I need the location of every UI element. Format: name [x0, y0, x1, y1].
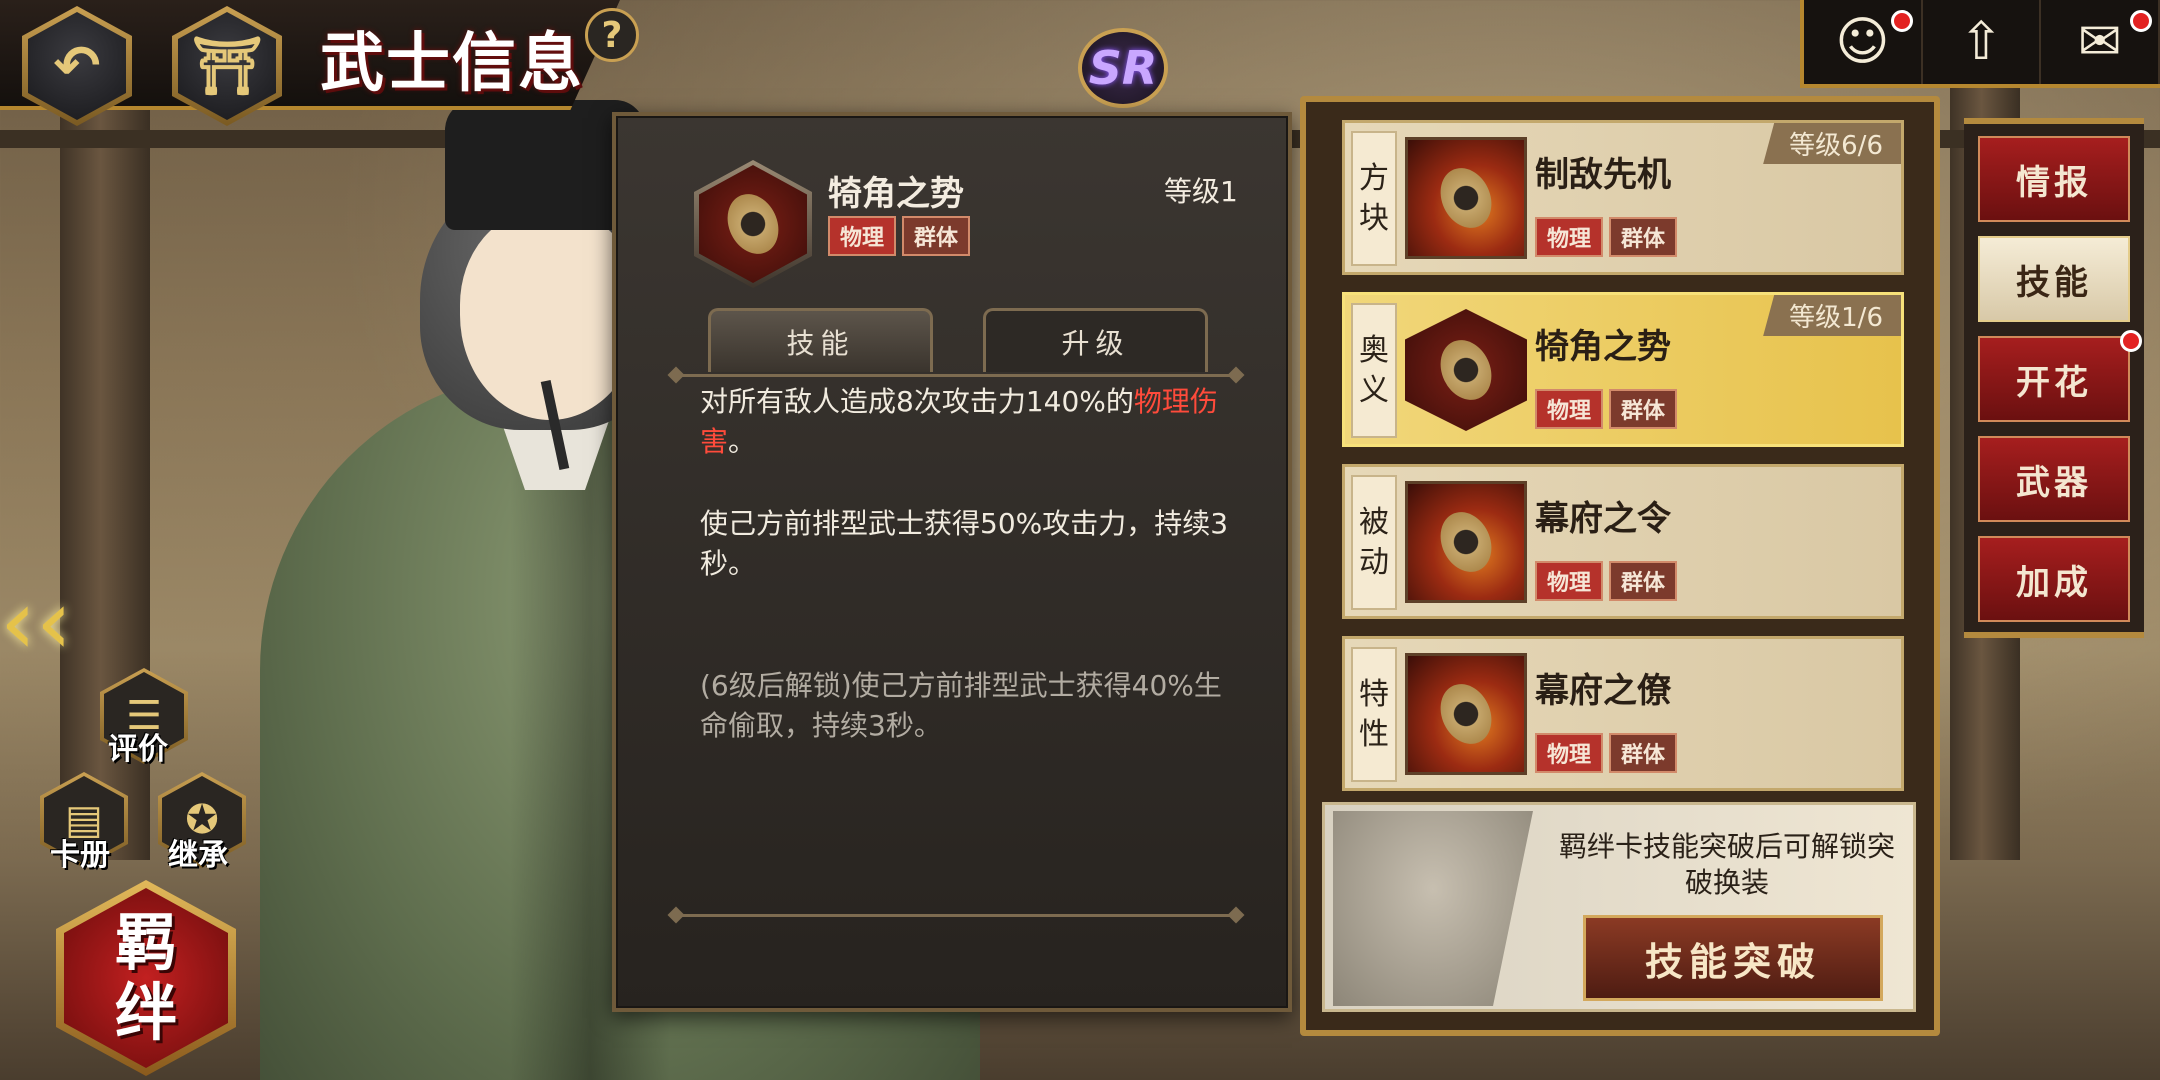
detail-tabs: 技能 升级	[708, 308, 1208, 372]
tag-group: 群体	[1609, 217, 1678, 257]
mail-icon[interactable]: ✉	[2041, 0, 2160, 84]
skill-row-passive[interactable]: 被动 幕府之令 物理 群体	[1342, 464, 1904, 619]
tab-skills[interactable]: 技能	[1978, 236, 2130, 322]
skill-type-label: 奥义	[1351, 303, 1397, 438]
skill-detail-panel: 犄角之势 等级1 物理 群体 技能 升级 对所有敌人造成8次攻击力140%的物理…	[612, 112, 1292, 1012]
breakthrough-text: 羁绊卡技能突破后可解锁突破换装	[1558, 830, 1895, 899]
skill-level: 等级1	[1164, 175, 1238, 208]
skill-description-buff: 使己方前排型武士获得50%攻击力，持续3秒。	[700, 507, 1229, 580]
tag-physical: 物理	[1535, 389, 1604, 429]
skill-icon	[694, 160, 812, 288]
skill-type-label: 被动	[1351, 475, 1397, 610]
tab-weapon[interactable]: 武器	[1978, 436, 2130, 522]
divider	[676, 374, 1236, 377]
skill-name: 幕府之僚	[1535, 671, 1671, 711]
notification-dot	[2130, 10, 2153, 32]
back-arrow-icon: ↶	[28, 12, 126, 120]
page-title: 武士信息	[320, 26, 584, 101]
skill-name: 犄角之势	[1535, 327, 1671, 367]
tag-physical: 物理	[828, 216, 897, 256]
divider	[676, 914, 1236, 917]
rarity-badge: SR	[1078, 28, 1168, 108]
level-badge: 等级6/6	[1763, 123, 1901, 164]
war-fan-icon	[1405, 653, 1527, 775]
skill-tags: 物理 群体	[828, 216, 971, 256]
skill-row-block[interactable]: 方块 制敌先机 等级6/6 物理 群体	[1342, 120, 1904, 275]
tab-skill[interactable]: 技能	[708, 308, 933, 372]
skill-row-ultimate[interactable]: 奥义 犄角之势 等级1/6 物理 群体	[1342, 292, 1904, 447]
tag-physical: 物理	[1535, 561, 1604, 601]
skill-row-trait[interactable]: 特性 幕府之僚 物理 群体	[1342, 636, 1904, 791]
prev-arrow-icon[interactable]: ‹‹	[0, 570, 72, 675]
skill-description-main: 对所有敌人造成8次攻击力140%的物理伤害。	[700, 385, 1218, 458]
tab-bonus[interactable]: 加成	[1978, 536, 2130, 622]
tag-group: 群体	[902, 216, 971, 256]
tab-upgrade[interactable]: 升级	[983, 308, 1208, 372]
skill-description-locked: (6级后解锁)使己方前排型武士获得40%生命偷取，持续3秒。	[700, 669, 1222, 742]
tag-group: 群体	[1609, 733, 1678, 773]
notification-dot	[1890, 10, 1913, 32]
skill-breakthrough-button[interactable]: 技能突破	[1583, 915, 1883, 1001]
top-right-bar: ☺ ⇧ ✉	[1800, 0, 2160, 88]
sketch-portrait	[1333, 811, 1533, 1006]
level-badge: 等级1/6	[1763, 295, 1901, 336]
side-tab-menu: 情报 技能 开花 武器 加成	[1964, 118, 2144, 638]
breakthrough-card: 羁绊卡技能突破后可解锁突破换装 技能突破	[1322, 802, 1916, 1012]
war-fan-icon	[718, 185, 788, 263]
tag-physical: 物理	[1535, 217, 1604, 257]
war-fan-icon	[1405, 481, 1527, 603]
tag-physical: 物理	[1535, 733, 1604, 773]
skill-name: 制敌先机	[1535, 155, 1671, 195]
inherit-label: 继承	[168, 838, 228, 873]
tab-bloom[interactable]: 开花	[1978, 330, 2142, 422]
skill-tags: 物理 群体	[1535, 561, 1678, 601]
war-fan-icon	[1405, 309, 1527, 431]
tab-bloom-label: 开花	[2016, 362, 2092, 403]
skill-name: 犄角之势	[828, 174, 964, 214]
notification-dot	[2120, 330, 2142, 352]
album-label: 卡册	[50, 838, 110, 873]
rank-up-icon[interactable]: ⇧	[1923, 0, 2042, 84]
skill-tags: 物理 群体	[1535, 217, 1678, 257]
tab-intel[interactable]: 情报	[1978, 136, 2130, 222]
tag-group: 群体	[1609, 389, 1678, 429]
skill-tags: 物理 群体	[1535, 389, 1678, 429]
review-label: 评价	[108, 732, 168, 767]
tag-group: 群体	[1609, 561, 1678, 601]
help-button[interactable]: ?	[585, 8, 639, 62]
skill-tags: 物理 群体	[1535, 733, 1678, 773]
bond-label: 羁绊	[64, 888, 228, 1068]
war-fan-icon	[1405, 137, 1527, 259]
skill-type-label: 特性	[1351, 647, 1397, 782]
character-icon[interactable]: ☺	[1804, 0, 1923, 84]
skill-name: 幕府之令	[1535, 499, 1671, 539]
gate-icon: ⛩	[178, 12, 276, 120]
skill-type-label: 方块	[1351, 131, 1397, 266]
